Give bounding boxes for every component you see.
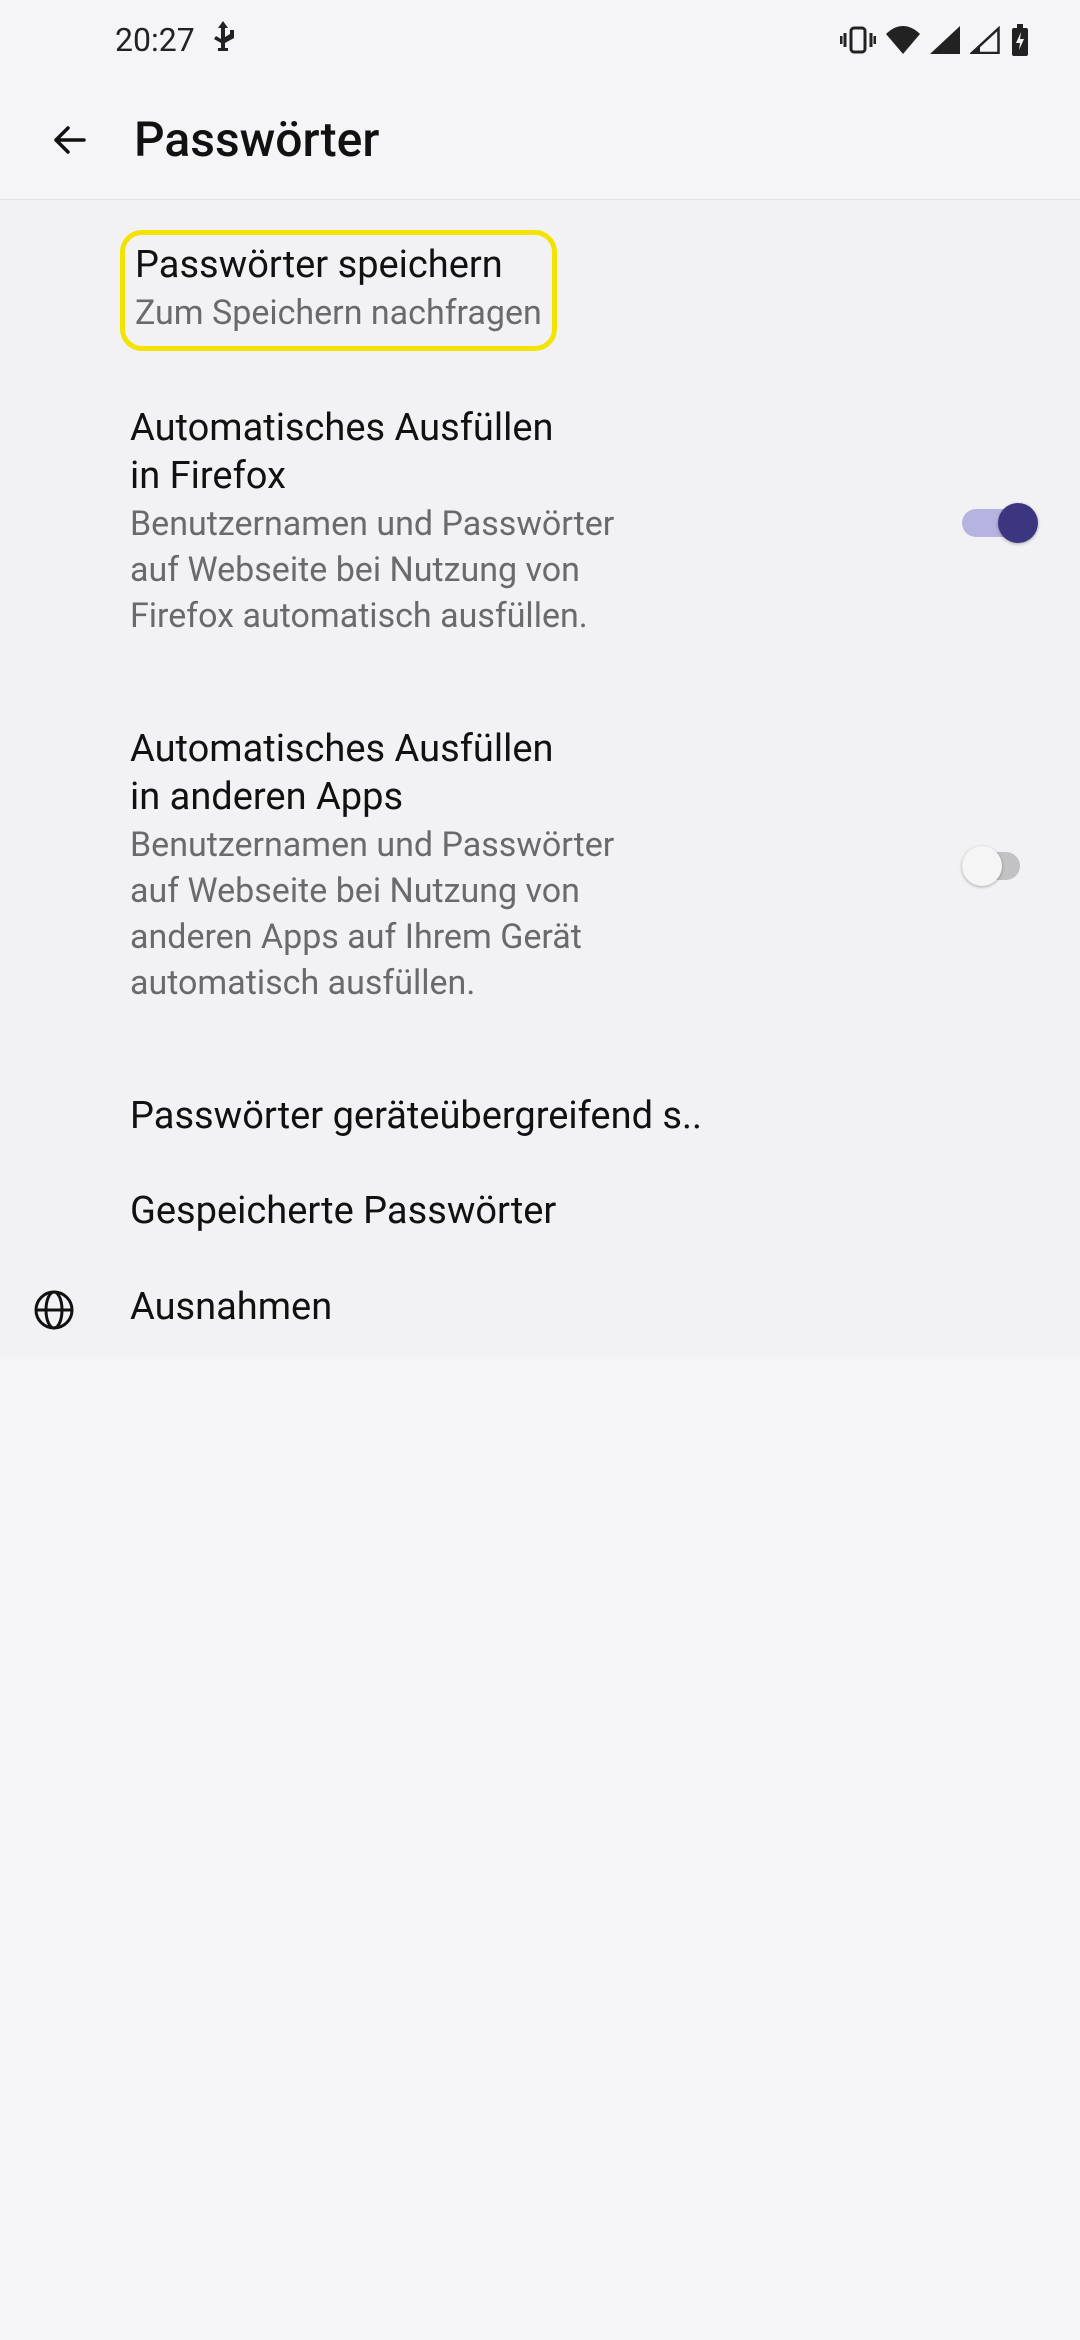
cell-signal-weak-icon — [970, 26, 1000, 54]
save-passwords-title: Passwörter speichern — [135, 243, 542, 289]
autofill-other-sub: Benutzernamen und Passwörter auf Webseit… — [130, 823, 670, 1007]
autofill-firefox-switch[interactable] — [962, 501, 1040, 545]
sync-passwords-row[interactable]: Passwörter geräteübergreifend s.. — [0, 1069, 1080, 1165]
exceptions-row[interactable]: Ausnahmen — [0, 1260, 1080, 1356]
saved-passwords-title: Gespeicherte Passwörter — [130, 1188, 1040, 1236]
autofill-firefox-sub: Benutzernamen und Passwörter auf Webseit… — [130, 502, 670, 640]
back-button[interactable] — [30, 100, 110, 180]
saved-passwords-row[interactable]: Gespeicherte Passwörter — [0, 1164, 1080, 1260]
arrow-left-icon — [48, 118, 92, 162]
switch-thumb — [998, 503, 1038, 543]
switch-thumb — [962, 846, 1002, 886]
autofill-other-switch[interactable] — [962, 844, 1040, 888]
page-title: Passwörter — [134, 111, 379, 168]
wifi-icon — [886, 26, 920, 54]
save-passwords-row[interactable]: Passwörter speichern Zum Speichern nachf… — [120, 230, 557, 351]
status-right — [840, 24, 1030, 56]
autofill-other-title: Automatisches Ausfüllen in anderen Apps — [130, 726, 590, 821]
exceptions-title: Ausnahmen — [130, 1284, 1040, 1332]
cell-signal-full-icon — [930, 26, 960, 54]
autofill-firefox-row[interactable]: Automatisches Ausfüllen in Firefox Benut… — [0, 381, 1080, 664]
globe-icon — [32, 1284, 130, 1332]
status-bar: 20:27 — [0, 0, 1080, 80]
settings-list: Passwörter speichern Zum Speichern nachf… — [0, 200, 1080, 1356]
autofill-other-row[interactable]: Automatisches Ausfüllen in anderen Apps … — [0, 702, 1080, 1031]
battery-charging-icon — [1010, 24, 1030, 56]
save-passwords-sub: Zum Speichern nachfragen — [135, 291, 542, 337]
status-time: 20:27 — [115, 21, 195, 59]
autofill-firefox-title: Automatisches Ausfüllen in Firefox — [130, 405, 590, 500]
usb-icon — [211, 21, 235, 59]
app-bar: Passwörter — [0, 80, 1080, 200]
vibrate-icon — [840, 25, 876, 55]
status-left: 20:27 — [115, 21, 235, 59]
sync-passwords-title: Passwörter geräteübergreifend s.. — [130, 1093, 710, 1141]
